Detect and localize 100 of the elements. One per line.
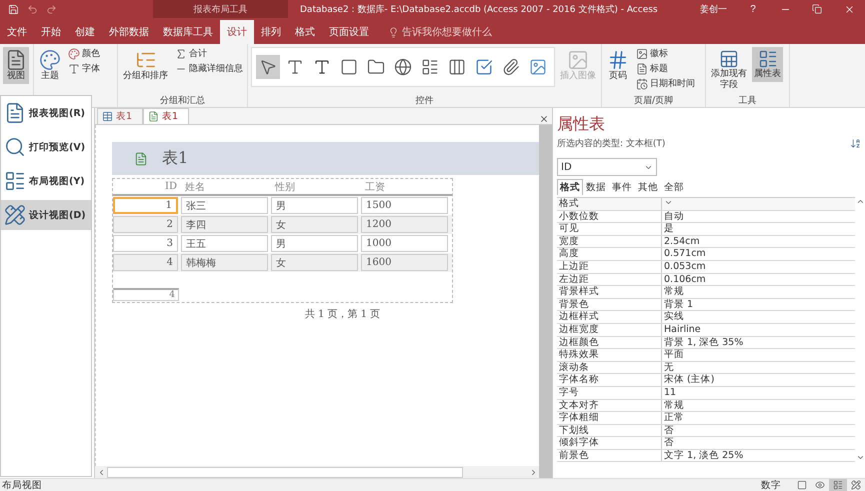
table-cell[interactable]: 女	[271, 254, 358, 271]
table-cell[interactable]: 1200	[361, 216, 448, 233]
property-value[interactable]: 否	[662, 437, 855, 449]
table-cell[interactable]: 男	[271, 235, 358, 252]
ribbon-tab[interactable]: 文件	[0, 20, 34, 44]
table-cell[interactable]: 1000	[361, 235, 448, 252]
table-cell[interactable]: 3	[113, 235, 178, 252]
folder-icon	[367, 58, 385, 76]
ribbon-tab[interactable]: 设计	[220, 20, 254, 44]
document-tab[interactable]: 表1	[97, 108, 144, 124]
property-tab[interactable]: 全部	[661, 179, 687, 195]
ribbon-tab[interactable]: 创建	[68, 20, 102, 44]
property-name: 边框颜色	[557, 336, 662, 348]
ribbon-tab[interactable]: 排列	[254, 20, 288, 44]
selection-type: 所选内容的类型: 文本框(T)	[557, 138, 666, 150]
group-sort-button[interactable]: 分组和排序	[121, 47, 170, 84]
property-value[interactable]: 0.106cm	[662, 274, 855, 286]
title-button[interactable]: 标题	[634, 62, 697, 76]
table-cell[interactable]: 张三	[181, 197, 268, 214]
textbox-icon	[286, 58, 304, 76]
property-value[interactable]: 是	[662, 223, 855, 235]
view-button[interactable]: 视图	[3, 47, 29, 84]
property-tab[interactable]: 其他	[635, 179, 661, 195]
view-icon	[4, 102, 26, 124]
menu-item[interactable]: 设计视图(D)	[1, 200, 91, 230]
close-icon	[539, 114, 549, 124]
property-value[interactable]: Hairline	[662, 324, 855, 336]
property-sheet-button[interactable]: 属性表	[752, 47, 783, 82]
view-icon	[815, 480, 825, 490]
ribbon-tab[interactable]: 页面设置	[322, 20, 376, 44]
color-button[interactable]: 颜色	[66, 47, 102, 61]
property-value[interactable]: 常规	[662, 400, 855, 412]
property-value[interactable]: 自动	[662, 210, 855, 222]
property-value[interactable]: 0.571cm	[662, 248, 855, 260]
group-label: 控件	[414, 94, 434, 107]
property-value[interactable]: 无	[662, 362, 855, 374]
table-cell[interactable]: 4	[113, 254, 178, 271]
redo-icon	[46, 4, 57, 14]
property-value[interactable]: 平面	[662, 349, 855, 361]
menu-item[interactable]: 报表视图(R)	[1, 98, 91, 128]
ribbon-tab[interactable]: 开始	[34, 20, 68, 44]
property-value[interactable]: 背景 1	[662, 298, 855, 310]
property-value[interactable]: 文字 1, 淡色 25%	[662, 450, 855, 462]
property-tab[interactable]: 事件	[609, 179, 635, 195]
table-cell[interactable]: 李四	[181, 216, 268, 233]
property-value[interactable]: 0.053cm	[662, 260, 855, 273]
page-footer: 共 1 页，第 1 页	[172, 307, 513, 321]
table-cell[interactable]: 1	[113, 197, 178, 214]
table-cell[interactable]: 女	[271, 216, 358, 233]
table-cell[interactable]: 2	[113, 216, 178, 233]
property-name: 高度	[557, 248, 662, 260]
table-cell[interactable]: 1500	[361, 197, 448, 214]
property-value[interactable]: 正常	[662, 412, 855, 424]
hide-details-button[interactable]: 隐藏详细信息	[173, 62, 245, 76]
property-value[interactable]: 实线	[662, 311, 855, 323]
property-tab[interactable]: 数据	[583, 179, 609, 195]
page-number-button[interactable]: 页码	[605, 47, 631, 84]
property-value[interactable]: 背景 1, 深色 35%	[662, 336, 855, 348]
image-icon	[567, 49, 589, 71]
table-icon	[719, 49, 739, 69]
property-value[interactable]: 否	[662, 424, 855, 436]
table-cell[interactable]: 韩梅梅	[181, 254, 268, 271]
property-value[interactable]: 2.54cm	[662, 236, 855, 248]
view-icon	[4, 170, 26, 192]
menu-item[interactable]: 布局视图(Y)	[1, 166, 91, 196]
property-tab[interactable]: 格式	[557, 179, 583, 195]
ribbon-tab[interactable]: 格式	[288, 20, 322, 44]
select-tool[interactable]	[256, 55, 280, 79]
horizontal-scrollbar[interactable]	[95, 466, 539, 478]
ribbon-tab[interactable]: 外部数据	[102, 20, 156, 44]
document-tab[interactable]: 表1	[143, 108, 190, 124]
lightbulb-icon	[388, 26, 399, 38]
vertical-scrollbar[interactable]	[539, 125, 552, 478]
table-cell[interactable]: 男	[271, 197, 358, 214]
property-value[interactable]: 常规	[662, 286, 855, 298]
label-icon	[313, 58, 331, 76]
logo-button[interactable]: 徽标	[634, 47, 697, 61]
property-name: 字号	[557, 386, 662, 398]
calendar-icon	[636, 78, 648, 90]
font-icon	[68, 63, 80, 75]
font-button[interactable]: 字体	[66, 62, 102, 76]
page-number-icon	[607, 49, 629, 71]
tell-me-search[interactable]: 告诉我你想要做什么	[382, 20, 498, 44]
property-value[interactable]: 宋体 (主体)	[662, 374, 855, 386]
property-name: 字体粗细	[557, 412, 662, 424]
view-switch-button[interactable]	[829, 478, 847, 491]
add-fields-button[interactable]: 添加现有字段	[709, 47, 749, 93]
menu-item[interactable]: 打印预览(V)	[1, 132, 91, 162]
object-dropdown[interactable]: ID	[557, 158, 657, 176]
help-button[interactable]: ?	[737, 0, 769, 18]
ribbon-tab[interactable]: 数据库工具	[156, 20, 220, 44]
date-time-button[interactable]: 日期和时间	[634, 77, 697, 91]
property-name: 前景色	[557, 450, 662, 462]
scroll-up-icon	[856, 197, 864, 206]
totals-button[interactable]: 合计	[173, 47, 245, 61]
table-cell[interactable]: 王五	[181, 235, 268, 252]
table-cell[interactable]: 1600	[361, 254, 448, 271]
theme-button[interactable]: 主题	[37, 47, 63, 84]
property-value[interactable]: 11	[662, 386, 855, 398]
property-name: 小数位数	[557, 210, 662, 222]
